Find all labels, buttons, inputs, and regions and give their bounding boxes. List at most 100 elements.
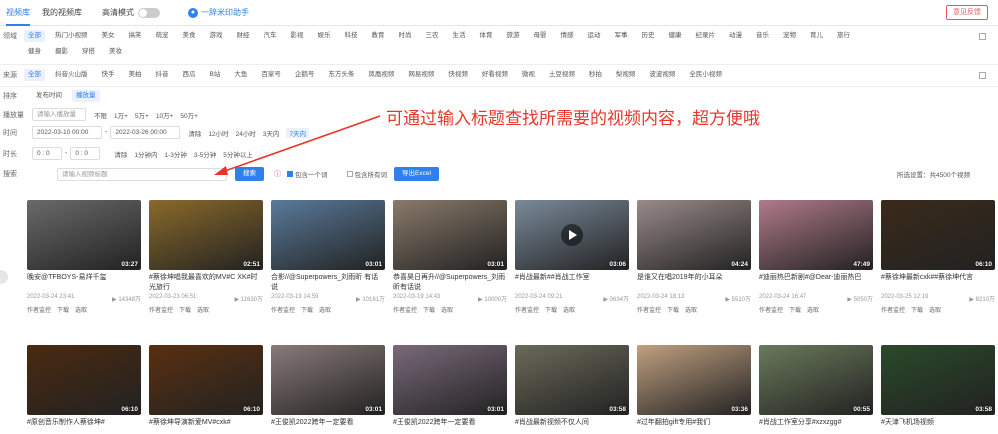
card-action[interactable]: 下载 xyxy=(911,305,923,314)
filter-chip[interactable]: 军事 xyxy=(611,30,632,42)
video-thumbnail[interactable]: 03:06 xyxy=(515,200,629,270)
video-card[interactable]: 47:49 #迪丽热巴新剧#@Dear-迪丽热巴 2022-03-24 16:47 ▶… xyxy=(759,200,873,314)
filter-chip[interactable]: 微视 xyxy=(518,69,539,81)
card-action[interactable]: 下载 xyxy=(789,305,801,314)
time-start-input[interactable]: 2022-03-10 00:00 xyxy=(32,126,102,139)
filter-chip[interactable]: 快视频 xyxy=(444,69,472,81)
filter-chip[interactable]: 汽车 xyxy=(260,30,281,42)
hd-mode-toggle[interactable] xyxy=(138,7,160,18)
sort-by-time[interactable]: 发布时间 xyxy=(32,90,66,102)
video-title[interactable]: #过年翻拍gift专用#我们 xyxy=(637,418,751,434)
filter-chip[interactable]: 百家号 xyxy=(257,69,285,81)
video-thumbnail[interactable]: 03:27 xyxy=(27,200,141,270)
video-card[interactable]: 04:24 是谁又在唱2019年的小耳朵 2022-03-24 18:13 ▶ 551… xyxy=(637,200,751,314)
filter-chip[interactable]: 影视 xyxy=(287,30,308,42)
filter-chip[interactable]: 东方头条 xyxy=(324,69,358,81)
search-input[interactable]: 请输入视频标题 xyxy=(57,167,227,181)
contains-one-checkbox[interactable] xyxy=(287,171,293,177)
video-thumbnail[interactable]: 02:51 xyxy=(149,200,263,270)
playcount-option[interactable]: 5万+ xyxy=(135,110,149,120)
filter-chip[interactable]: 财经 xyxy=(233,30,254,42)
duration-end-input[interactable]: 0 : 0 xyxy=(70,147,101,160)
video-thumbnail[interactable]: 06:10 xyxy=(149,345,263,415)
filter-chip[interactable]: 抖音 xyxy=(152,69,173,81)
card-action[interactable]: 选取 xyxy=(75,305,87,314)
filter-chip[interactable]: 美拍 xyxy=(125,69,146,81)
video-card[interactable]: 03:01 恭喜昊日再升//@Superpowers_刘雨昕有话说 2022-03-… xyxy=(393,200,507,314)
card-action[interactable]: 作者监控 xyxy=(881,305,905,314)
video-title[interactable]: #蔡徐坤导演新爱MV#cxk# xyxy=(149,418,263,434)
video-title[interactable]: #蔡徐坤最新cxk##蔡徐坤代言 xyxy=(881,273,995,293)
video-card[interactable]: 06:10 #原创音乐制作人蔡徐坤# xyxy=(27,345,141,434)
video-title[interactable]: #王俊凯2022跨年一定要看 xyxy=(393,418,507,434)
filter-chip[interactable]: 健身 xyxy=(24,46,45,58)
playcount-option[interactable]: 不限 xyxy=(94,110,107,120)
filter-chip[interactable]: 生活 xyxy=(449,30,470,42)
filter-chip[interactable]: 企鹅号 xyxy=(291,69,319,81)
filter-chip[interactable]: 娱乐 xyxy=(314,30,335,42)
playcount-input[interactable]: 请输入播放量 xyxy=(32,108,86,121)
card-action[interactable]: 作者监控 xyxy=(271,305,295,314)
filter-chip[interactable]: 纪录片 xyxy=(692,30,720,42)
filter-chip[interactable]: 育儿 xyxy=(806,30,827,42)
filter-chip[interactable]: 西瓜 xyxy=(179,69,200,81)
video-title[interactable]: 是谁又在唱2019年的小耳朵 xyxy=(637,273,751,293)
card-action[interactable]: 作者监控 xyxy=(149,305,173,314)
video-title[interactable]: #肖战工作室分享#xzxzgg# xyxy=(759,418,873,434)
card-action[interactable]: 下载 xyxy=(667,305,679,314)
export-excel-button[interactable]: 导出Excel xyxy=(394,167,439,181)
filter-chip[interactable]: 全民小视频 xyxy=(685,69,726,81)
help-icon[interactable]: ⓘ xyxy=(274,169,281,179)
card-action[interactable]: 下载 xyxy=(179,305,191,314)
time-option[interactable]: 清除 xyxy=(188,128,201,138)
video-thumbnail[interactable]: 47:49 xyxy=(759,200,873,270)
video-title[interactable]: 晚安@TFBOYS-易烊千玺 xyxy=(27,273,141,293)
filter-chip[interactable]: 快手 xyxy=(98,69,119,81)
video-title[interactable]: #肖战最新##肖战工作室 xyxy=(515,273,629,293)
video-title[interactable]: #原创音乐制作人蔡徐坤# xyxy=(27,418,141,434)
play-icon[interactable] xyxy=(561,224,583,246)
filter-chip[interactable]: 母婴 xyxy=(530,30,551,42)
filter-chip[interactable]: 搞笑 xyxy=(125,30,146,42)
filter-chip[interactable]: 美食 xyxy=(179,30,200,42)
time-option-selected[interactable]: 7天内 xyxy=(286,127,310,138)
video-card[interactable]: 03:06 #肖战最新##肖战工作室 2022-03-24 09:21 ▶ 0634万… xyxy=(515,200,629,314)
filter-chip[interactable]: 宠物 xyxy=(779,30,800,42)
card-action[interactable]: 下载 xyxy=(423,305,435,314)
card-action[interactable]: 下载 xyxy=(545,305,557,314)
card-action[interactable]: 作者监控 xyxy=(759,305,783,314)
video-card[interactable]: 00:55 #肖战工作室分享#xzxzgg# xyxy=(759,345,873,434)
video-card[interactable]: 03:36 #过年翻拍gift专用#我们 xyxy=(637,345,751,434)
duration-option[interactable]: 3-5分钟 xyxy=(194,149,216,159)
video-thumbnail[interactable]: 03:58 xyxy=(515,345,629,415)
filter-chip[interactable]: 教育 xyxy=(368,30,389,42)
card-action[interactable]: 选取 xyxy=(441,305,453,314)
duration-start-input[interactable]: 0 : 0 xyxy=(32,147,62,160)
video-card[interactable]: 06:10 #蔡徐坤最新cxk##蔡徐坤代言 2022-03-25 12:19 ▶ 8… xyxy=(881,200,995,314)
filter-chip[interactable]: 旅游 xyxy=(503,30,524,42)
filter-chip[interactable]: 体育 xyxy=(476,30,497,42)
video-card[interactable]: 03:58 #天津飞机场视频 xyxy=(881,345,995,434)
duration-option[interactable]: 1-3分钟 xyxy=(164,149,186,159)
filter-chip[interactable]: 全部 xyxy=(24,30,45,42)
video-card[interactable]: 03:01 #王俊凯2022跨年一定要看 xyxy=(393,345,507,434)
filter-chip[interactable]: 凤凰视频 xyxy=(364,69,398,81)
time-option[interactable]: 12小时 xyxy=(208,128,228,138)
feedback-button[interactable]: 意见反馈 xyxy=(946,5,988,20)
video-card[interactable]: 03:01 合影//@Superpowers_刘雨昕 有话说 2022-03-19 … xyxy=(271,200,385,314)
source-expand-icon[interactable] xyxy=(979,71,986,79)
video-title[interactable]: #迪丽热巴新剧#@Dear-迪丽热巴 xyxy=(759,273,873,293)
tab-my-library[interactable]: 我的视频库 xyxy=(36,0,88,26)
filter-chip[interactable]: 历史 xyxy=(638,30,659,42)
video-thumbnail[interactable]: 06:10 xyxy=(27,345,141,415)
playcount-option[interactable]: 1万+ xyxy=(114,110,128,120)
card-action[interactable]: 下载 xyxy=(301,305,313,314)
filter-chip[interactable]: 网易视频 xyxy=(404,69,438,81)
filter-chip[interactable]: 波波视频 xyxy=(645,69,679,81)
filter-chip[interactable]: 科技 xyxy=(341,30,362,42)
playcount-option[interactable]: 50万+ xyxy=(180,110,198,120)
tab-video-library[interactable]: 视频库 xyxy=(0,0,36,26)
video-thumbnail[interactable]: 03:01 xyxy=(393,345,507,415)
video-thumbnail[interactable]: 06:10 xyxy=(881,200,995,270)
video-thumbnail[interactable]: 03:01 xyxy=(271,200,385,270)
